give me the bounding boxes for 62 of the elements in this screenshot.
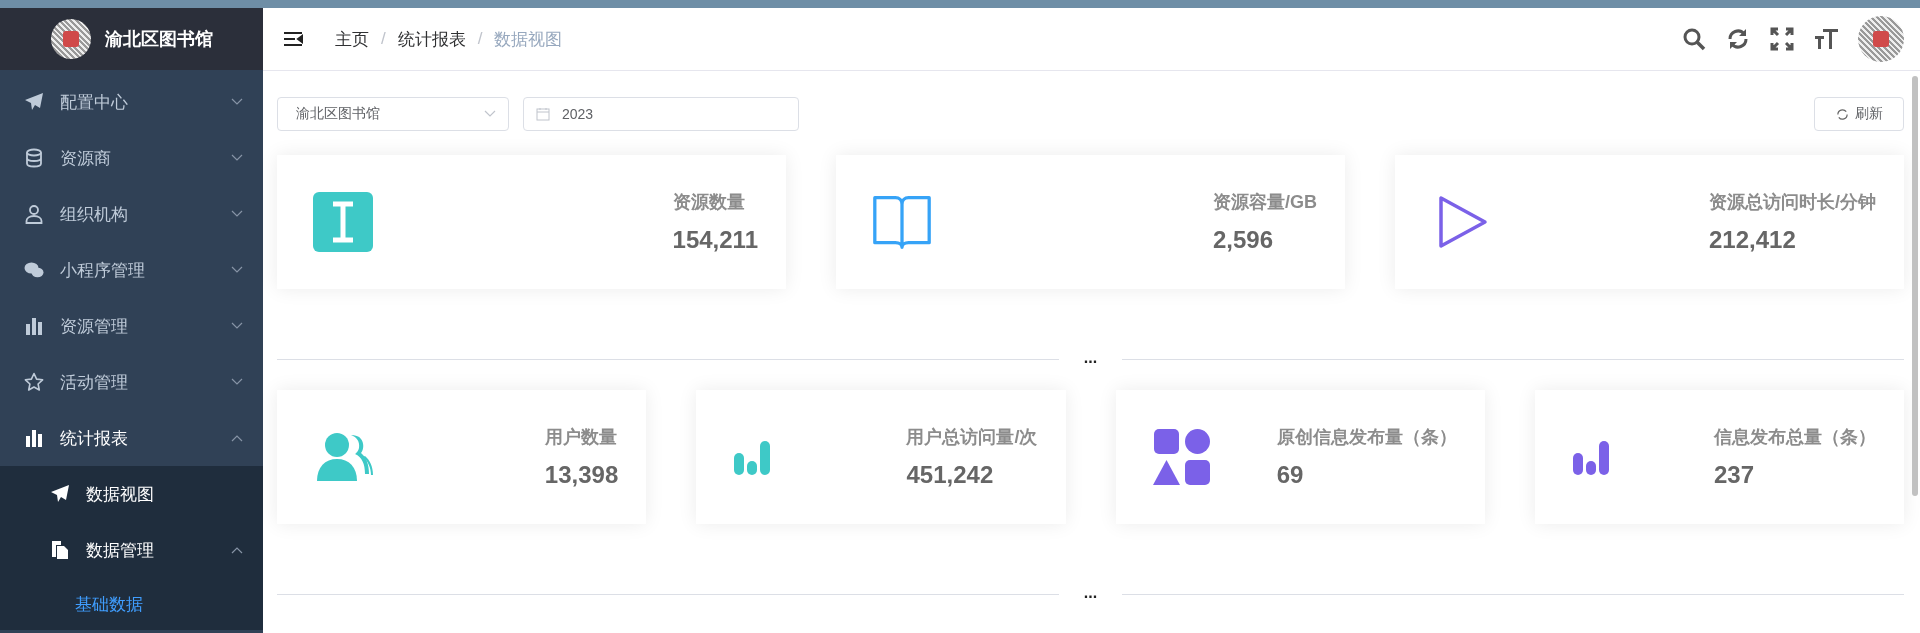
chevron-icon bbox=[231, 434, 243, 442]
bar-chart-icon bbox=[24, 428, 44, 448]
shapes-icon bbox=[1151, 427, 1212, 487]
chevron-icon bbox=[231, 322, 243, 330]
documents-icon bbox=[50, 540, 70, 560]
app-title: 渝北区图书馆 bbox=[104, 28, 213, 51]
submenu-item[interactable]: 基础数据 bbox=[0, 578, 263, 630]
breadcrumb-link[interactable]: 统计报表 bbox=[397, 27, 466, 51]
text-cursor-icon bbox=[313, 192, 373, 252]
calendar-icon bbox=[536, 107, 550, 121]
menu-item[interactable]: 活动管理 bbox=[0, 354, 263, 410]
stat-label: 用户总访问量/次 bbox=[906, 426, 1038, 449]
bar-chart-icon bbox=[24, 316, 44, 336]
logo-qr-code bbox=[50, 19, 91, 59]
stat-value: 13,398 bbox=[544, 461, 619, 489]
menu-item[interactable]: 资源管理 bbox=[0, 298, 263, 354]
font-size-icon[interactable] bbox=[1814, 27, 1838, 51]
breadcrumb-separator: / bbox=[381, 29, 386, 49]
chat-bubbles-icon bbox=[24, 260, 44, 280]
breadcrumb-separator: / bbox=[477, 29, 483, 49]
menu-item[interactable]: 资源商 bbox=[0, 130, 263, 186]
stat-label: 用户数量 bbox=[544, 426, 618, 449]
submenu-item[interactable]: 数据视图 bbox=[0, 466, 263, 522]
paper-plane-icon bbox=[50, 484, 70, 504]
stat-value: 237 bbox=[1714, 461, 1756, 489]
refresh-button[interactable]: 刷新 bbox=[1814, 97, 1904, 131]
refresh-icon bbox=[1835, 107, 1849, 121]
chevron-icon bbox=[231, 546, 243, 554]
stat-value: 154,211 bbox=[672, 226, 758, 254]
stat-value: 2,596 bbox=[1213, 226, 1275, 254]
stat-label: 资源总访问时长/分钟 bbox=[1709, 191, 1876, 214]
chevron-icon bbox=[231, 266, 243, 274]
scrollbar[interactable] bbox=[1912, 76, 1918, 496]
star-icon bbox=[24, 372, 44, 392]
chevron-icon bbox=[231, 154, 243, 162]
avatar[interactable] bbox=[1858, 16, 1904, 62]
menu-item[interactable]: 小程序管理 bbox=[0, 242, 263, 298]
paper-plane-icon bbox=[24, 92, 44, 112]
search-icon[interactable] bbox=[1682, 27, 1706, 51]
breadcrumb-link[interactable]: 主页 bbox=[335, 27, 369, 51]
stat-label: 原创信息发布量（条） bbox=[1276, 426, 1457, 449]
stat-label: 资源容量/GB bbox=[1213, 191, 1317, 214]
dropdown-chevron-icon bbox=[484, 110, 496, 118]
stat-label: 资源数量 bbox=[672, 191, 746, 214]
stat-value: 69 bbox=[1276, 461, 1305, 489]
chevron-icon bbox=[231, 98, 243, 106]
year-picker[interactable]: 2023 bbox=[523, 97, 799, 131]
menu-toggle-icon[interactable] bbox=[283, 31, 303, 47]
user-icon bbox=[24, 204, 44, 224]
menu-item[interactable]: 配置中心 bbox=[0, 74, 263, 130]
chevron-icon bbox=[231, 210, 243, 218]
submenu-item[interactable]: 数据管理 bbox=[0, 522, 263, 578]
library-select[interactable]: 渝北区图书馆 bbox=[277, 97, 509, 131]
stat-value: 212,412 bbox=[1709, 226, 1797, 254]
stat-label: 信息发布总量（条） bbox=[1714, 426, 1876, 449]
fullscreen-icon[interactable] bbox=[1770, 27, 1794, 51]
menu-item[interactable]: 统计报表 bbox=[0, 410, 263, 466]
menu-item[interactable]: 组织机构 bbox=[0, 186, 263, 242]
stat-value: 451,242 bbox=[906, 461, 995, 489]
refresh-icon[interactable] bbox=[1726, 27, 1750, 51]
database-icon bbox=[24, 148, 44, 168]
chevron-icon bbox=[231, 378, 243, 386]
